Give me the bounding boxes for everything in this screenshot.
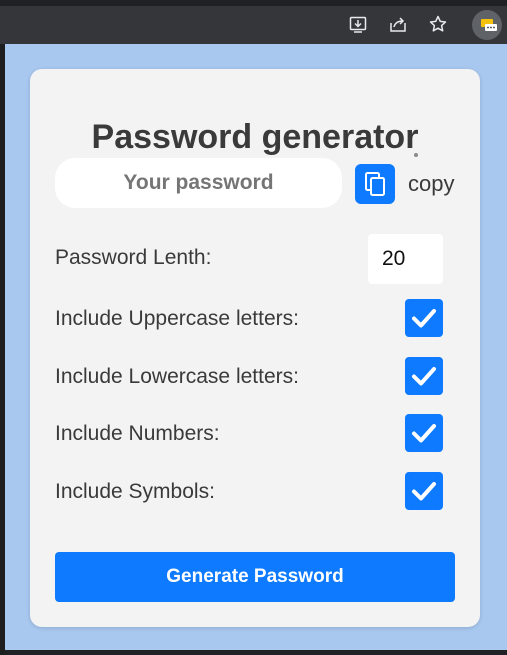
tab-strip: [0, 0, 507, 6]
generate-password-button[interactable]: Generate Password: [55, 552, 455, 602]
browser-toolbar: [0, 0, 507, 44]
checkmark-icon: [412, 482, 436, 501]
extension-popup: Password generator copy Password Lenth: …: [5, 44, 507, 650]
numbers-checkbox[interactable]: [405, 414, 443, 452]
copy-icon: [365, 172, 385, 196]
numbers-label: Include Numbers:: [55, 422, 220, 445]
uppercase-checkbox[interactable]: [405, 299, 443, 337]
password-output-field[interactable]: [55, 158, 342, 208]
lowercase-label: Include Lowercase letters:: [55, 365, 299, 388]
symbols-checkbox[interactable]: [405, 472, 443, 510]
checkmark-icon: [412, 424, 436, 443]
cursor-dot: [414, 153, 418, 157]
checkmark-icon: [412, 309, 436, 328]
length-input[interactable]: [368, 234, 443, 284]
extension-icon: [480, 18, 498, 32]
install-icon[interactable]: [348, 14, 368, 34]
generator-card: Password generator copy Password Lenth: …: [30, 69, 480, 627]
length-label: Password Lenth:: [55, 246, 212, 269]
share-icon[interactable]: [388, 14, 408, 34]
lowercase-checkbox[interactable]: [405, 357, 443, 395]
bookmark-star-icon[interactable]: [428, 14, 448, 34]
uppercase-label: Include Uppercase letters:: [55, 307, 299, 330]
copy-label[interactable]: copy: [408, 169, 454, 199]
symbols-label: Include Symbols:: [55, 480, 215, 503]
page-title: Password generator: [91, 118, 419, 156]
copy-button[interactable]: [355, 164, 395, 204]
checkmark-icon: [412, 367, 436, 386]
